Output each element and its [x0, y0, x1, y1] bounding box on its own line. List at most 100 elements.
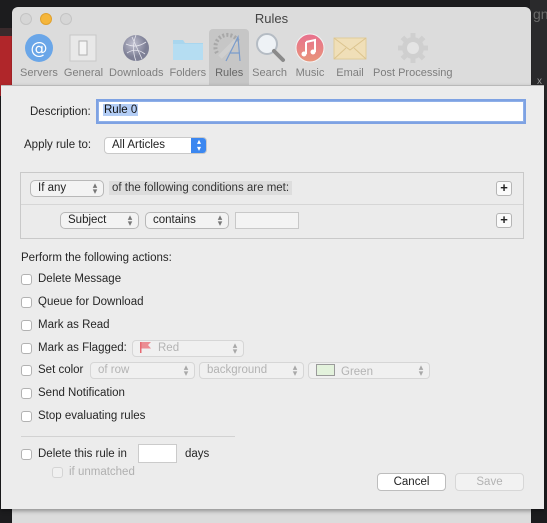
delete-message-label: Delete Message [38, 273, 122, 285]
color-scope-popup[interactable]: of row ▴ ▾ [90, 362, 195, 379]
toolbar-label: Music [295, 67, 325, 79]
actions-heading: Perform the following actions: [21, 252, 172, 264]
popup-arrows-icon: ▴ ▾ [183, 362, 189, 378]
toolbar-item-folders[interactable]: Folders [166, 29, 209, 85]
condition-field-value: Subject [68, 214, 107, 226]
toolbar-item-email[interactable]: Email [330, 29, 370, 85]
background-app-text: gn [533, 6, 547, 22]
popup-arrows-icon: ▴ ▾ [127, 212, 133, 228]
send-notification-label: Send Notification [38, 387, 125, 399]
mark-read-checkbox[interactable] [21, 319, 32, 331]
color-target-value: background [207, 364, 268, 376]
description-input[interactable]: Rule 0 [98, 101, 524, 122]
add-condition-group-button[interactable]: + [496, 181, 512, 196]
if-unmatched-checkbox[interactable] [52, 466, 63, 478]
flag-color-popup[interactable]: Red ▴ ▾ [132, 340, 244, 357]
delete-rule-label: Delete this rule in [38, 448, 127, 460]
toolbar-item-search[interactable]: Search [249, 29, 290, 85]
match-mode-value: If any [38, 182, 67, 194]
stop-evaluating-row[interactable]: Stop evaluating rules [21, 410, 145, 422]
toolbar-label: Folders [169, 67, 207, 79]
delete-message-row[interactable]: Delete Message [21, 273, 121, 285]
set-color-label: Set color [38, 364, 84, 376]
color-scope-value: of row [98, 364, 130, 376]
popup-arrows-icon: ▴ ▾ [191, 138, 206, 153]
preferences-toolbar: @ Servers General Downloads Folders Rule… [17, 29, 456, 85]
stop-evaluating-label: Stop evaluating rules [38, 410, 146, 422]
flag-icon [140, 342, 151, 353]
envelope-icon [333, 31, 367, 65]
conditions-divider [21, 204, 523, 205]
description-value: Rule 0 [103, 104, 139, 116]
flag-color-value: Red [158, 342, 180, 354]
color-swatch [316, 364, 335, 376]
apply-rule-label: Apply rule to: [24, 139, 92, 151]
description-label: Description: [30, 106, 91, 118]
popup-arrows-icon: ▴ ▾ [217, 212, 223, 228]
send-notification-row[interactable]: Send Notification [21, 387, 125, 399]
popup-arrows-icon: ▴ ▾ [92, 180, 98, 196]
toolbar-label: General [63, 67, 104, 79]
mark-flagged-checkbox[interactable] [21, 342, 32, 354]
toolbar-item-music[interactable]: Music [290, 29, 330, 85]
mark-flagged-label: Mark as Flagged: [38, 342, 127, 354]
cancel-button[interactable]: Cancel [377, 473, 446, 491]
delete-rule-row[interactable]: Delete this rule in [21, 448, 127, 460]
toolbar-label: Rules [215, 67, 244, 79]
color-value-popup[interactable]: Green ▴ ▾ [308, 362, 430, 379]
folder-icon [171, 31, 205, 65]
match-description: of the following conditions are met: [109, 181, 293, 195]
popup-arrows-icon: ▴ ▾ [232, 340, 238, 356]
match-mode-popup[interactable]: If any ▴ ▾ [30, 180, 104, 197]
switch-icon [66, 31, 100, 65]
gear-icon [396, 31, 430, 65]
section-divider [21, 436, 235, 437]
toolbar-label: Post Processing [373, 67, 453, 79]
conditions-box: If any ▴ ▾ of the following conditions ar… [20, 172, 524, 239]
color-target-popup[interactable]: background ▴ ▾ [199, 362, 304, 379]
apply-rule-value: All Articles [112, 139, 166, 151]
send-notification-checkbox[interactable] [21, 387, 32, 399]
toolbar-item-post-processing[interactable]: Post Processing [370, 29, 455, 85]
queue-download-row[interactable]: Queue for Download [21, 296, 143, 308]
stop-evaluating-checkbox[interactable] [21, 410, 32, 422]
at-sign-icon: @ [22, 31, 56, 65]
toolbar-label: Servers [20, 67, 58, 79]
set-color-checkbox[interactable] [21, 364, 32, 376]
add-condition-button[interactable]: + [496, 213, 512, 228]
mark-read-row[interactable]: Mark as Read [21, 319, 110, 331]
popup-arrows-icon: ▴ ▾ [292, 362, 298, 378]
condition-operator-value: contains [153, 214, 196, 226]
if-unmatched-row[interactable]: if unmatched [52, 466, 135, 478]
music-note-icon [293, 31, 327, 65]
condition-field-popup[interactable]: Subject ▴ ▾ [60, 212, 139, 229]
queue-download-label: Queue for Download [38, 296, 144, 308]
rules-icon [212, 31, 246, 65]
queue-download-checkbox[interactable] [21, 296, 32, 308]
toolbar-item-downloads[interactable]: Downloads [106, 29, 166, 85]
delete-rule-checkbox[interactable] [21, 448, 32, 460]
if-unmatched-label: if unmatched [69, 466, 135, 478]
apply-rule-popup[interactable]: All Articles ▴ ▾ [104, 137, 207, 154]
toolbar-label: Downloads [109, 67, 164, 79]
mark-read-label: Mark as Read [38, 319, 110, 331]
rule-editor-sheet: Description: Rule 0 Apply rule to: All A… [1, 85, 544, 509]
magnifier-icon [253, 31, 287, 65]
toolbar-item-rules[interactable]: Rules [209, 29, 250, 85]
days-label: days [185, 448, 210, 460]
set-color-row[interactable]: Set color [21, 364, 83, 376]
svg-text:@: @ [30, 39, 47, 59]
toolbar-item-servers[interactable]: @ Servers [17, 29, 61, 85]
popup-arrows-icon: ▴ ▾ [418, 362, 424, 378]
condition-operator-popup[interactable]: contains ▴ ▾ [145, 212, 229, 229]
toolbar-label: Email [336, 67, 364, 79]
mark-flagged-row[interactable]: Mark as Flagged: [21, 342, 127, 354]
title-bar: Rules [12, 7, 531, 29]
toolbar-item-general[interactable]: General [61, 29, 106, 85]
save-button[interactable]: Save [455, 473, 524, 491]
condition-value-input[interactable] [235, 212, 299, 229]
days-input[interactable] [138, 444, 177, 463]
delete-message-checkbox[interactable] [21, 273, 32, 285]
window-title: Rules [254, 11, 289, 26]
color-value: Green [341, 366, 373, 378]
